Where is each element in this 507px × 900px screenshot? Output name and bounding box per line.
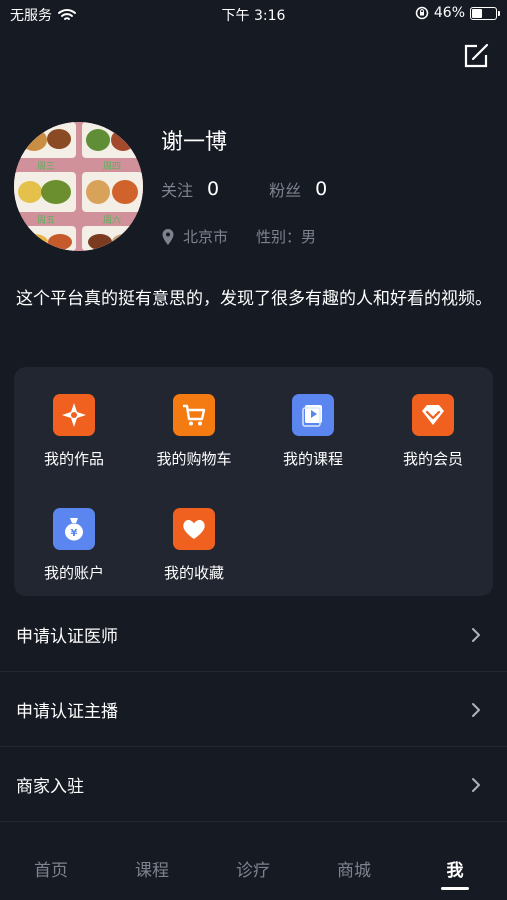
chevron-right-icon	[472, 703, 480, 717]
chevron-right-icon	[472, 628, 480, 642]
my-courses-label: 我的课程	[282, 450, 343, 468]
menu-apply-doctor[interactable]: 申请认证医师	[0, 598, 507, 672]
works-icon	[53, 394, 95, 436]
menu-item-label: 申请认证医师	[16, 627, 118, 647]
tab-courses[interactable]: 课程	[122, 856, 182, 881]
my-works-button[interactable]: 我的作品	[14, 394, 134, 469]
my-account-button[interactable]: ¥ 我的账户	[14, 508, 134, 583]
tab-me[interactable]: 我	[425, 856, 485, 881]
location-pin-icon	[162, 228, 174, 245]
followers-count[interactable]: 0	[315, 178, 327, 200]
bio-text: 这个平台真的挺有意思的，发现了很多有趣的人和好看的视频。	[16, 289, 492, 309]
battery-fill	[472, 8, 482, 18]
following-label[interactable]: 关注	[161, 177, 193, 201]
profile-stats: 关注 0 粉丝 0	[161, 177, 327, 201]
bottom-tab-bar: 首页 课程 诊疗 商城 我	[0, 836, 507, 900]
menu-item-label: 商家入驻	[16, 777, 84, 797]
my-courses-button[interactable]: 我的课程	[253, 394, 373, 469]
member-diamond-icon	[412, 394, 454, 436]
chevron-right-icon	[472, 778, 480, 792]
avatar-label: 周六	[103, 214, 121, 226]
status-bar: 无服务 下午 3:16 46%	[0, 0, 507, 28]
location-text: 北京市	[183, 228, 229, 246]
gender-text: 性别：男	[256, 228, 317, 246]
avatar-label: 周四	[103, 161, 121, 172]
shopping-cart-icon	[173, 394, 215, 436]
function-grid: 我的作品 我的购物车 我的课程 我的会员 ¥ 我的账户 我的收藏	[14, 367, 493, 596]
my-cart-button[interactable]: 我的购物车	[134, 394, 254, 469]
status-right: 46%	[415, 5, 500, 21]
following-count[interactable]: 0	[207, 178, 219, 200]
profile-meta: 北京市 性别：男	[161, 226, 316, 247]
battery-icon	[470, 6, 500, 20]
heart-icon	[173, 508, 215, 550]
my-favorites-button[interactable]: 我的收藏	[134, 508, 254, 583]
my-membership-label: 我的会员	[402, 450, 463, 468]
course-icon	[292, 394, 334, 436]
menu-apply-streamer[interactable]: 申请认证主播	[0, 673, 507, 747]
orientation-lock-icon	[415, 6, 429, 20]
my-works-label: 我的作品	[43, 450, 104, 468]
my-favorites-label: 我的收藏	[163, 564, 224, 582]
username: 谢一博	[161, 130, 228, 155]
tab-home[interactable]: 首页	[21, 856, 81, 881]
my-membership-button[interactable]: 我的会员	[373, 394, 493, 469]
tab-mall[interactable]: 商城	[324, 856, 384, 881]
avatar-label: 周三	[37, 161, 55, 172]
menu-merchant-join[interactable]: 商家入驻	[0, 748, 507, 822]
active-tab-indicator	[441, 887, 469, 890]
menu-item-label: 申请认证主播	[16, 702, 118, 722]
edit-profile-icon[interactable]	[462, 42, 490, 70]
my-account-label: 我的账户	[43, 564, 104, 582]
my-cart-label: 我的购物车	[156, 450, 232, 468]
tab-diagnosis[interactable]: 诊疗	[223, 856, 283, 881]
svg-text:¥: ¥	[71, 528, 78, 539]
profile-screen: 无服务 下午 3:16 46% 周三 周四 周五 周六 谢一博 关注 0 粉丝 …	[0, 0, 507, 900]
battery-percent: 46%	[433, 5, 465, 21]
avatar[interactable]: 周三 周四 周五 周六	[14, 122, 143, 251]
followers-label[interactable]: 粉丝	[269, 177, 301, 201]
wallet-bag-icon: ¥	[53, 508, 95, 550]
avatar-label: 周五	[37, 215, 55, 226]
